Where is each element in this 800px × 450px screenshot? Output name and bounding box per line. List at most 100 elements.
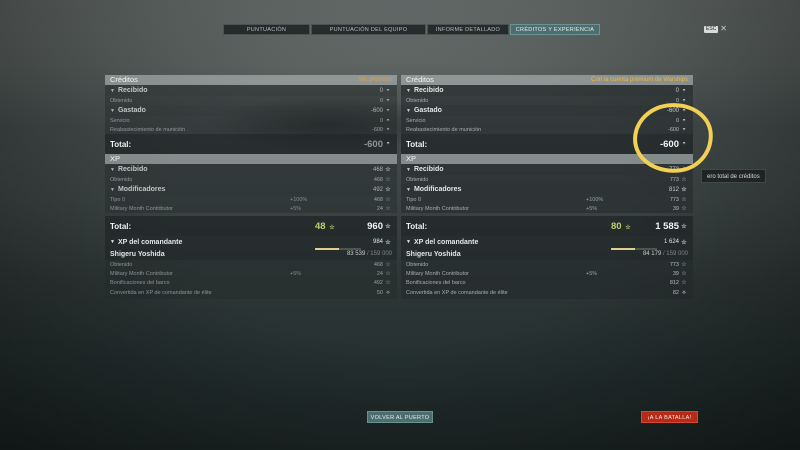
service-row: Servicio 0 ◓ — [401, 116, 693, 125]
commander-progress-bar — [611, 248, 657, 250]
star-icon: ☆ — [385, 177, 391, 183]
star-icon: ☆ — [385, 187, 391, 193]
service-label: Servicio — [110, 117, 130, 124]
chevron-down-icon: ▼ — [406, 166, 411, 173]
battle-button[interactable]: ¡A LA BATALLA! — [641, 411, 698, 423]
xp-title: XP — [406, 154, 417, 163]
mmc-row: Military Month Contributor +5% 39 ☆ — [401, 204, 693, 213]
free-xp-star-icon: ☆ — [329, 224, 335, 231]
mmc-label: Military Month Contributor — [110, 270, 173, 277]
credits-title: Créditos — [406, 75, 434, 84]
elite-xp-row: Convertida en XP de comandante de élite … — [401, 287, 693, 299]
ship-bonus-label: Bonificaciones del barco — [110, 279, 170, 286]
xp-total-row: Total: 48 ☆ 960 ☆ — [105, 216, 397, 236]
mmc-row: Military Month Contributor +5% 24 ☆ — [105, 204, 397, 213]
credit-icon: ◓ — [682, 126, 686, 133]
xp-obtained-row: Obtenido 468 ☆ — [105, 175, 397, 184]
type0-value: 773 — [669, 196, 679, 203]
tab-team-score[interactable]: PUNTUACIÓN DEL EQUIPO — [311, 24, 426, 35]
commander-obtained-row: Obtenido 773 ☆ — [401, 260, 693, 269]
obtained-value: 468 — [373, 176, 383, 183]
credit-icon: ◓ — [386, 97, 390, 104]
credit-icon: ◓ — [386, 87, 390, 94]
ship-bonus-row: Bonificaciones del barco 812 ☆ — [401, 278, 693, 287]
credit-icon: ◓ — [682, 141, 686, 147]
mmc-percent: +5% — [290, 205, 302, 212]
obtained-label: Obtenido — [110, 176, 133, 183]
modifiers-row[interactable]: ▼ Modificadores 492 ☆ — [105, 184, 397, 195]
commander-progress-row: Shigeru Yoshida 83 539 / 159 000 — [105, 248, 397, 260]
credits-obtained-row: Obtenido 0 ◓ — [105, 96, 397, 105]
received-label: Recibido — [117, 87, 148, 94]
free-xp-value: 48 ☆ — [315, 220, 335, 232]
obtained-label: Obtenido — [110, 97, 133, 104]
xp-header: XP — [401, 154, 693, 164]
received-value: 773 — [668, 166, 679, 173]
obtained-label: Obtenido — [406, 176, 429, 183]
tab-score[interactable]: PUNTUACIÓN — [223, 24, 310, 35]
no-premium-note: Sin premium — [358, 77, 392, 83]
spent-label: Gastado — [117, 107, 146, 114]
modifiers-value: 812 — [668, 186, 679, 193]
star-icon: ☆ — [385, 206, 391, 212]
credits-spent-row[interactable]: ▼ Gastado -600 ◓ — [401, 105, 693, 116]
received-value: 0 — [379, 87, 383, 94]
spent-value: -600 — [666, 107, 679, 114]
chevron-down-icon: ▼ — [406, 87, 411, 94]
close-icon[interactable]: ✕ — [720, 25, 727, 33]
credits-received-row[interactable]: ▼ Recibido 0 ◓ — [105, 85, 397, 96]
xp-total-value: 960 — [367, 220, 383, 232]
chevron-down-icon: ▼ — [406, 186, 411, 193]
elite-xp-icon: ⟡ — [682, 289, 686, 296]
xp-received-row[interactable]: ▼ Recibido 773 ☆ — [401, 164, 693, 175]
star-icon: ☆ — [681, 177, 687, 183]
star-icon: ☆ — [385, 197, 391, 203]
credits-received-row[interactable]: ▼ Recibido 0 ◓ — [401, 85, 693, 96]
credits-header: Créditos Sin premium — [105, 75, 397, 85]
type0-percent: +100% — [290, 196, 308, 203]
type0-value: 468 — [373, 196, 383, 203]
commander-xp-row[interactable]: ▼ XP del comandante 1 624 ☆ — [401, 236, 693, 248]
ship-bonus-row: Bonificaciones del barco 492 ☆ — [105, 278, 397, 287]
credit-icon: ◓ — [386, 141, 390, 147]
commander-xp-row[interactable]: ▼ XP del comandante 984 ☆ — [105, 236, 397, 248]
obtained-value: 0 — [675, 97, 679, 104]
star-icon: ☆ — [385, 223, 391, 230]
return-to-port-button[interactable]: VOLVER AL PUERTO — [367, 411, 433, 423]
mmc-percent: +5% — [586, 205, 598, 212]
commander-star-icon: ☆ — [681, 239, 687, 246]
service-value: 0 — [675, 117, 679, 124]
tab-credits-experience[interactable]: CRÉDITOS Y EXPERIENCIA — [510, 24, 600, 35]
xp-received-row[interactable]: ▼ Recibido 468 ☆ — [105, 164, 397, 175]
credits-obtained-row: Obtenido 0 ◓ — [401, 96, 693, 105]
obtained-value: 468 — [373, 261, 383, 268]
star-icon: ☆ — [681, 223, 687, 230]
commander-xp-label: XP del comandante — [413, 238, 479, 246]
service-label: Servicio — [406, 117, 426, 124]
commander-xp-value: 984 — [372, 239, 383, 245]
credit-icon: ◓ — [386, 126, 390, 133]
commander-name: Shigeru Yoshida — [406, 250, 461, 258]
credits-spent-row[interactable]: ▼ Gastado -600 ◓ — [105, 105, 397, 116]
chevron-down-icon: ▼ — [110, 166, 115, 173]
service-row: Servicio 0 ◓ — [105, 116, 397, 125]
modifiers-row[interactable]: ▼ Modificadores 812 ☆ — [401, 184, 693, 195]
mmc-label: Military Month Contributor — [110, 205, 173, 212]
tab-detailed-report[interactable]: INFORME DETALLADO — [427, 24, 509, 35]
ammo-label: Reabastecimiento de munición — [406, 126, 482, 133]
credit-icon: ◓ — [386, 117, 390, 124]
mmc-value: 39 — [672, 205, 679, 212]
star-icon: ☆ — [385, 280, 391, 286]
star-icon: ☆ — [385, 262, 391, 268]
close-control[interactable]: ESC ✕ — [704, 25, 727, 33]
elite-xp-label: Convertida en XP de comandante de élite — [406, 290, 508, 296]
chevron-down-icon: ▼ — [110, 239, 115, 245]
mmc-value: 24 — [376, 270, 383, 277]
total-label: Total: — [406, 139, 428, 149]
ship-bonus-label: Bonificaciones del barco — [406, 279, 466, 286]
chevron-down-icon: ▼ — [406, 107, 411, 114]
star-icon: ☆ — [681, 167, 687, 173]
commander-name: Shigeru Yoshida — [110, 250, 165, 258]
star-icon: ☆ — [681, 206, 687, 212]
elite-xp-label: Convertida en XP de comandante de élite — [110, 290, 212, 296]
